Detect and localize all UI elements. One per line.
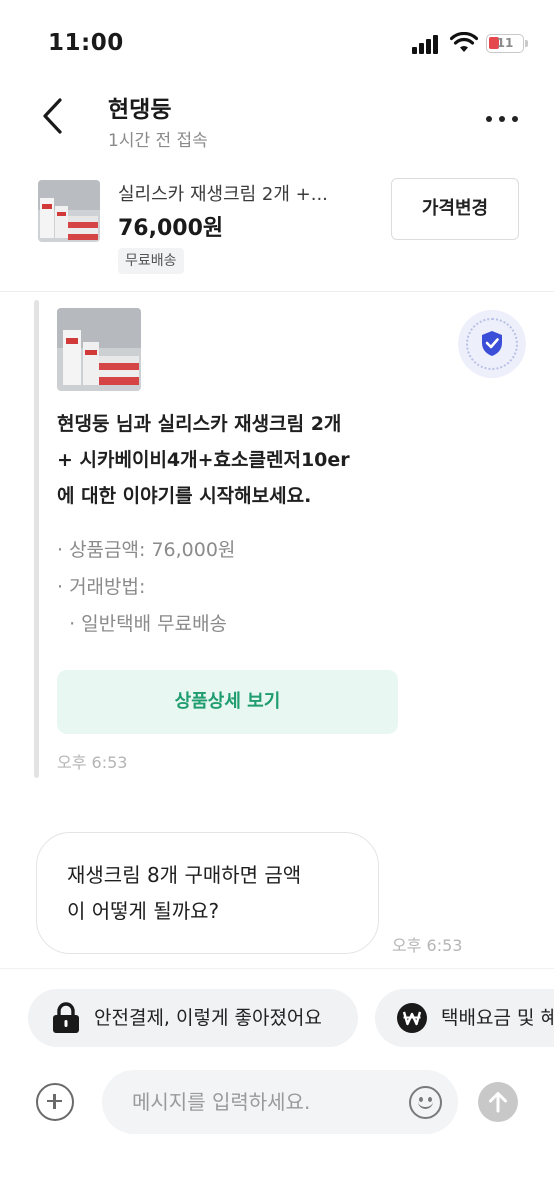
send-button[interactable] xyxy=(478,1082,518,1122)
smile-icon[interactable] xyxy=(409,1086,442,1119)
quick-actions-bar: 안전결제, 이렇게 좋아졌어요 택배요금 및 혜 xyxy=(0,968,554,1066)
more-horizontal-icon[interactable] xyxy=(482,104,522,134)
message-input[interactable] xyxy=(102,1070,458,1134)
safe-payment-chip[interactable]: 안전결제, 이렇게 좋아졌어요 xyxy=(28,989,358,1047)
card-message-line: 에 대한 이야기를 시작해보세요. xyxy=(57,485,312,507)
arrow-up-icon xyxy=(489,1092,507,1113)
message-line: 이 어떻게 될까요? xyxy=(67,899,220,923)
card-left-border xyxy=(34,300,39,778)
status-time: 11:00 xyxy=(48,30,124,56)
chevron-left-icon[interactable] xyxy=(36,94,72,138)
product-detail-button[interactable]: 상품상세 보기 xyxy=(57,670,398,734)
product-bar[interactable]: 실리스카 재생크림 2개 +... 76,000원 무료배송 가격변경 xyxy=(0,164,554,292)
card-timestamp: 오후 6:53 xyxy=(57,753,128,772)
product-thumbnail[interactable] xyxy=(38,180,100,242)
battery-tip xyxy=(525,40,528,47)
card-message-line: + 시카베이비4개+효소클렌저10er xyxy=(57,449,350,471)
status-bar: 11:00 11 xyxy=(0,0,554,84)
message-text: 재생크림 8개 구매하면 금액 이 어떻게 될까요? xyxy=(67,857,301,929)
wifi-icon xyxy=(450,32,478,52)
price-change-button[interactable]: 가격변경 xyxy=(391,178,519,240)
shipping-method-detail: · 일반택배 무료배송 xyxy=(57,613,228,635)
shipping-fee-label: 택배요금 및 혜 xyxy=(441,1007,554,1029)
message-input-bar xyxy=(0,1066,554,1200)
safe-payment-label: 안전결제, 이렇게 좋아졌어요 xyxy=(94,1007,322,1029)
shield-glyph xyxy=(482,331,502,356)
incoming-message-bubble: 재생크림 8개 구매하면 금액 이 어떻게 될까요? xyxy=(36,832,379,954)
plus-circle-icon[interactable] xyxy=(36,1083,74,1121)
trade-method-detail: · 거래방법: xyxy=(57,576,146,598)
product-title: 실리스카 재생크림 2개 +... xyxy=(118,184,328,205)
card-message: 현댕둥 님과 실리스카 재생크림 2개 + 시카베이비4개+효소클렌저10er … xyxy=(57,406,407,514)
partner-name: 현댕둥 xyxy=(108,97,172,123)
price-detail: · 상품금액: 76,000원 xyxy=(57,539,236,561)
last-seen-text: 1시간 전 접속 xyxy=(108,131,208,151)
shield-check-icon xyxy=(458,310,526,378)
trade-start-card: 현댕둥 님과 실리스카 재생크림 2개 + 시카베이비4개+효소클렌저10er … xyxy=(0,292,554,782)
signal-icon xyxy=(412,34,442,54)
chat-header: 현댕둥 1시간 전 접속 xyxy=(0,84,554,164)
product-price: 76,000원 xyxy=(118,216,224,241)
card-message-line: 현댕둥 님과 실리스카 재생크림 2개 xyxy=(57,413,342,435)
card-product-thumbnail[interactable] xyxy=(57,308,141,391)
message-line: 재생크림 8개 구매하면 금액 xyxy=(67,863,302,887)
shipping-fee-chip[interactable]: 택배요금 및 혜 xyxy=(375,989,554,1047)
message-timestamp: 오후 6:53 xyxy=(392,936,463,955)
won-icon xyxy=(397,1003,427,1033)
lock-icon xyxy=(53,1002,79,1033)
free-shipping-badge: 무료배송 xyxy=(118,248,184,274)
battery-icon: 11 xyxy=(486,34,528,53)
battery-level: 11 xyxy=(496,36,514,50)
